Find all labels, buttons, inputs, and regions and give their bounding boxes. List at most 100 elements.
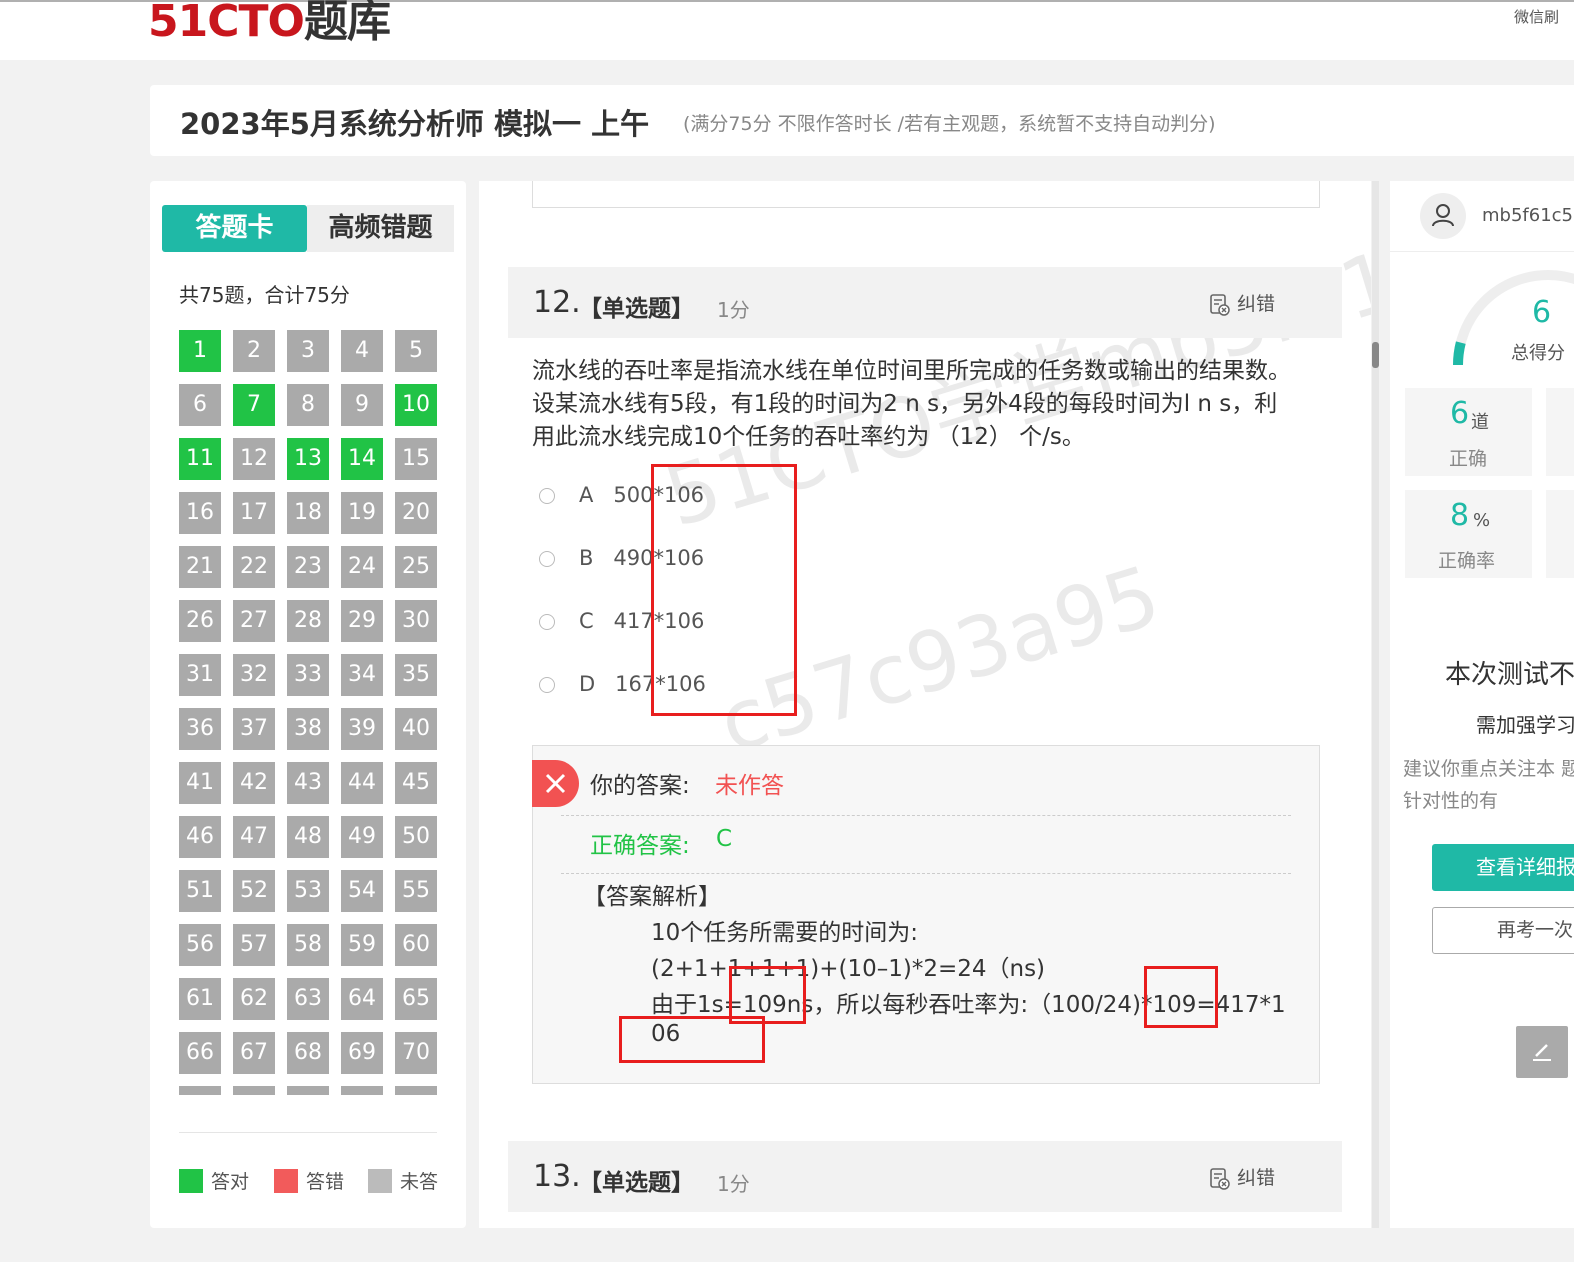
question-button-18[interactable]: 18 [287,492,329,534]
radio-icon[interactable] [539,614,555,630]
question-button-12[interactable]: 12 [233,438,275,480]
stat-box-partial [1546,388,1574,476]
question-button-32[interactable]: 32 [233,654,275,696]
question-button-67[interactable]: 67 [233,1032,275,1074]
question-button-4[interactable]: 4 [341,330,383,372]
wechat-practice-link[interactable]: 微信刷 [1514,6,1559,27]
logo-brand: 51CTO [148,0,305,47]
username: mb5f61c5 [1482,205,1574,226]
question-button-62[interactable]: 62 [233,978,275,1020]
question-button-74[interactable]: 74 [341,1086,383,1095]
question-button-72[interactable]: 72 [233,1086,275,1095]
question-button-51[interactable]: 51 [179,870,221,912]
question-button-5[interactable]: 5 [395,330,437,372]
question-button-45[interactable]: 45 [395,762,437,804]
question-button-52[interactable]: 52 [233,870,275,912]
question-button-41[interactable]: 41 [179,762,221,804]
question-button-7[interactable]: 7 [233,384,275,426]
question-button-10[interactable]: 10 [395,384,437,426]
question-button-16[interactable]: 16 [179,492,221,534]
question-button-6[interactable]: 6 [179,384,221,426]
question-button-31[interactable]: 31 [179,654,221,696]
question-button-68[interactable]: 68 [287,1032,329,1074]
question-button-15[interactable]: 15 [395,438,437,480]
question-button-66[interactable]: 66 [179,1032,221,1074]
question-button-36[interactable]: 36 [179,708,221,750]
question-button-34[interactable]: 34 [341,654,383,696]
question-button-19[interactable]: 19 [341,492,383,534]
question-button-13[interactable]: 13 [287,438,329,480]
question-button-21[interactable]: 21 [179,546,221,588]
stat-rate-label: 正确率 [1438,550,1496,572]
question-button-33[interactable]: 33 [287,654,329,696]
question-button-37[interactable]: 37 [233,708,275,750]
question-button-47[interactable]: 47 [233,816,275,858]
legend-label-unanswered: 未答 [400,1171,439,1193]
question-button-29[interactable]: 29 [341,600,383,642]
report-error-button[interactable]: 纠错 [1209,1163,1275,1191]
tab-frequent-errors[interactable]: 高频错题 [307,205,454,252]
question-button-70[interactable]: 70 [395,1032,437,1074]
question-button-28[interactable]: 28 [287,600,329,642]
question-button-44[interactable]: 44 [341,762,383,804]
question-button-14[interactable]: 14 [341,438,383,480]
question-button-73[interactable]: 73 [287,1086,329,1095]
question-button-20[interactable]: 20 [395,492,437,534]
question-button-8[interactable]: 8 [287,384,329,426]
question-button-53[interactable]: 53 [287,870,329,912]
question-button-64[interactable]: 64 [341,978,383,1020]
question-button-2[interactable]: 2 [233,330,275,372]
question-button-59[interactable]: 59 [341,924,383,966]
question-button-22[interactable]: 22 [233,546,275,588]
question-button-26[interactable]: 26 [179,600,221,642]
question-button-56[interactable]: 56 [179,924,221,966]
question-button-27[interactable]: 27 [233,600,275,642]
question-button-69[interactable]: 69 [341,1032,383,1074]
retake-exam-button[interactable]: 再考一次 [1432,907,1574,954]
question-button-23[interactable]: 23 [287,546,329,588]
scrollbar-thumb[interactable] [1372,342,1379,368]
question-button-1[interactable]: 1 [179,330,221,372]
question-button-50[interactable]: 50 [395,816,437,858]
question-type: 【单选题】 [579,296,694,322]
question-button-9[interactable]: 9 [341,384,383,426]
radio-icon[interactable] [539,551,555,567]
question-button-40[interactable]: 40 [395,708,437,750]
question-button-38[interactable]: 38 [287,708,329,750]
question-button-35[interactable]: 35 [395,654,437,696]
radio-icon[interactable] [539,488,555,504]
question-button-48[interactable]: 48 [287,816,329,858]
avatar[interactable] [1420,193,1466,239]
question-button-57[interactable]: 57 [233,924,275,966]
report-error-button[interactable]: 纠错 [1209,289,1275,317]
question-button-75[interactable]: 75 [395,1086,437,1095]
question-button-11[interactable]: 11 [179,438,221,480]
question-button-54[interactable]: 54 [341,870,383,912]
scrollbar-track[interactable] [1372,181,1379,1228]
question-button-60[interactable]: 60 [395,924,437,966]
question-button-25[interactable]: 25 [395,546,437,588]
question-button-17[interactable]: 17 [233,492,275,534]
question-button-24[interactable]: 24 [341,546,383,588]
question-button-46[interactable]: 46 [179,816,221,858]
question-button-30[interactable]: 30 [395,600,437,642]
question-button-3[interactable]: 3 [287,330,329,372]
logo-suffix: 题库 [303,0,391,47]
site-logo[interactable]: 51CTO题库 [148,0,391,50]
edit-note-button[interactable] [1516,1026,1568,1078]
question-button-63[interactable]: 63 [287,978,329,1020]
question-button-49[interactable]: 49 [341,816,383,858]
question-button-43[interactable]: 43 [287,762,329,804]
total-score-value: 6 [1532,295,1552,330]
question-button-55[interactable]: 55 [395,870,437,912]
question-button-65[interactable]: 65 [395,978,437,1020]
question-button-58[interactable]: 58 [287,924,329,966]
radio-icon[interactable] [539,677,555,693]
question-button-71[interactable]: 71 [179,1086,221,1095]
view-detailed-report-button[interactable]: 查看详细报 [1432,844,1574,891]
question-button-39[interactable]: 39 [341,708,383,750]
question-13-header: 13. 【单选题】 1分 纠错 [508,1141,1342,1212]
tab-answer-card[interactable]: 答题卡 [162,205,307,252]
question-button-42[interactable]: 42 [233,762,275,804]
question-button-61[interactable]: 61 [179,978,221,1020]
